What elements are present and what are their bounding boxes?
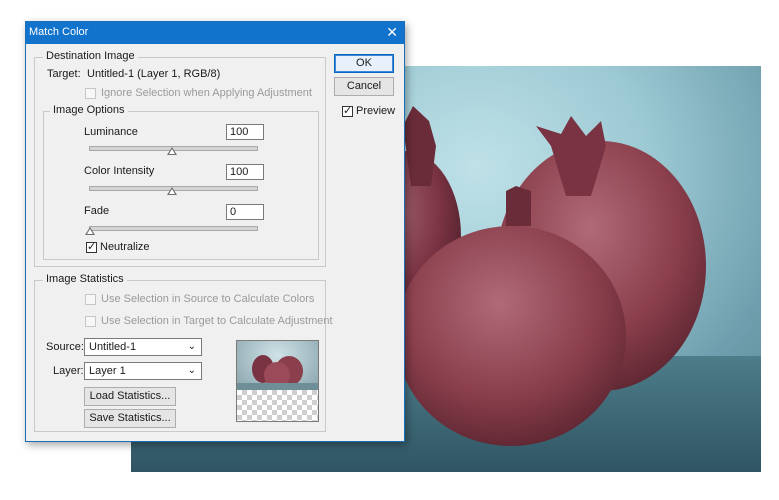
title-bar[interactable]: Match Color ✕ (26, 22, 404, 44)
destination-image-group: Destination Image Target: Untitled-1 (La… (34, 50, 326, 267)
transparency-checkerboard (237, 390, 318, 421)
color-intensity-slider-thumb[interactable] (167, 187, 177, 195)
use-target-selection-checkbox[interactable] (85, 316, 96, 327)
checkmark-icon: ✓ (343, 105, 353, 117)
close-icon[interactable]: ✕ (386, 24, 398, 41)
ignore-selection-label: Ignore Selection when Applying Adjustmen… (101, 87, 312, 99)
match-color-dialog: Match Color ✕ Destination Image Target: … (25, 21, 405, 442)
use-source-selection-checkbox[interactable] (85, 294, 96, 305)
image-options-group: Image Options Luminance 100 Color Intens… (43, 104, 319, 260)
source-select[interactable]: Untitled-1 ⌄ (84, 338, 202, 356)
ok-button[interactable]: OK (334, 54, 394, 73)
preview-label: Preview (356, 105, 396, 117)
window-title: Match Color (29, 26, 89, 38)
target-label: Target: (47, 68, 81, 80)
color-intensity-input[interactable]: 100 (226, 164, 264, 180)
luminance-slider-thumb[interactable] (167, 147, 177, 155)
source-thumbnail (236, 340, 319, 422)
layer-label: Layer: (53, 365, 84, 377)
fade-slider[interactable] (89, 226, 258, 231)
luminance-input[interactable]: 100 (226, 124, 264, 140)
target-value: Untitled-1 (Layer 1, RGB/8) (87, 68, 221, 80)
luminance-label: Luminance (84, 126, 138, 138)
fade-slider-thumb[interactable] (85, 227, 95, 235)
neutralize-checkbox[interactable]: ✓ (86, 241, 97, 253)
neutralize-label: Neutralize (100, 241, 150, 253)
fade-input[interactable]: 0 (226, 204, 264, 220)
layer-select-value: Layer 1 (89, 365, 126, 377)
preview-checkbox[interactable]: ✓ (342, 105, 353, 117)
use-target-selection-label: Use Selection in Target to Calculate Adj… (101, 315, 333, 327)
chevron-down-icon: ⌄ (187, 341, 196, 352)
source-label: Source: (46, 341, 84, 353)
ignore-selection-checkbox[interactable] (85, 88, 96, 99)
destination-image-legend: Destination Image (43, 50, 138, 62)
layer-select[interactable]: Layer 1 ⌄ (84, 362, 202, 380)
checkmark-icon: ✓ (87, 241, 97, 253)
use-source-selection-label: Use Selection in Source to Calculate Col… (101, 293, 315, 305)
image-statistics-legend: Image Statistics (43, 273, 127, 285)
fade-label: Fade (84, 205, 110, 217)
chevron-down-icon: ⌄ (187, 365, 196, 376)
cancel-button[interactable]: Cancel (334, 77, 394, 96)
thumbnail-image (237, 341, 318, 390)
color-intensity-label: Color Intensity (84, 165, 155, 177)
image-options-legend: Image Options (50, 104, 128, 116)
save-statistics-button[interactable]: Save Statistics... (84, 409, 176, 428)
source-select-value: Untitled-1 (89, 341, 137, 353)
load-statistics-button[interactable]: Load Statistics... (84, 387, 176, 406)
